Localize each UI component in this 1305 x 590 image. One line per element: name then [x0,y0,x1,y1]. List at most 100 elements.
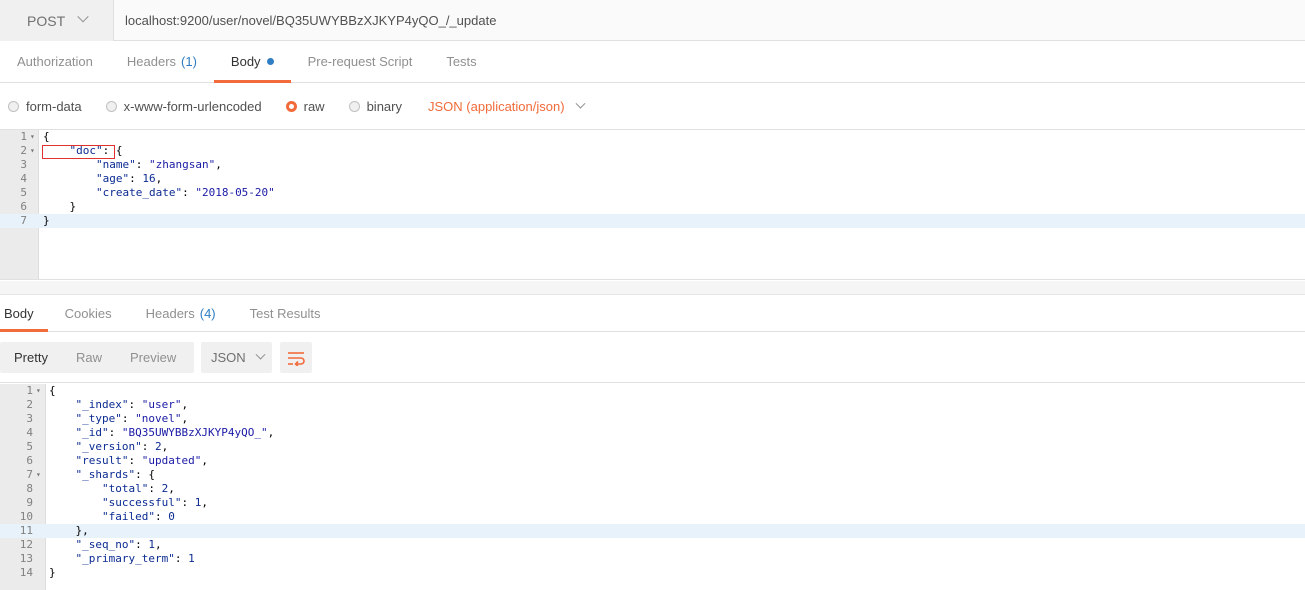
fold-arrow-icon[interactable]: ▾ [30,144,35,158]
code-text: "_type": "novel", [75,412,189,425]
fold-arrow-icon[interactable]: ▾ [36,384,41,398]
tab-cookies[interactable]: Cookies [48,296,129,331]
request-body-editor[interactable]: 1 ▾{2 ▾ "doc": {3 "name": "zhangsan", 4 "ag… [0,130,1305,280]
code-text: "result": "updated", [75,454,208,467]
radio-x-www-form-urlencoded[interactable]: x-www-form-urlencoded [105,99,262,114]
code-line: 14} [0,566,1305,580]
chevron-down-icon [77,10,89,22]
highlight-annotation-box [42,145,115,159]
radio-label: form-data [26,99,82,114]
line-number: 6 [20,200,27,213]
radio-button[interactable] [105,101,117,112]
code-line: 4 "_id": "BQ35UWYBBzXJKYP4yQO_", [0,426,1305,440]
chevron-down-icon [575,98,586,109]
view-mode-switch: Pretty Raw Preview [0,342,194,373]
line-number: 11 [19,524,33,537]
code-line: 3 "_type": "novel", [0,412,1305,426]
tab-count-badge: (1) [181,54,197,69]
code-text: "successful": 1, [101,496,208,509]
chevron-down-icon [255,349,266,360]
code-text: }, [49,524,89,537]
tab-label: Body [230,54,261,69]
tab-body[interactable]: Body [213,41,291,83]
line-number: 5 [20,186,27,199]
code-line: 1 ▾ { [0,130,1305,144]
code-line: 2 "_index": "user", [0,398,1305,412]
code-line: 12 "_seq_no": 1, [0,538,1305,552]
code-text: "_primary_term": 1 [75,552,195,565]
code-line: 3 "name": "zhangsan", [0,158,1305,172]
wrap-lines-button[interactable] [280,342,312,373]
radio-label: binary [366,99,402,114]
line-number: 2 [26,398,33,411]
code-line: 5 "create_date": "2018-05-20" [0,186,1305,200]
line-number: 2 [20,144,27,157]
view-mode-pretty[interactable]: Pretty [0,350,62,365]
code-line: 7 ▾ "_shards": { [0,468,1305,482]
tab-label: Tests [446,54,477,69]
code-line: 13 "_primary_term": 1 [0,552,1305,566]
tab-headers[interactable]: Headers (1) [110,41,214,82]
code-text: { [43,130,50,143]
code-line: 4 "age": 16, [0,172,1305,186]
line-number: 13 [19,552,33,565]
fold-arrow-icon[interactable]: ▾ [36,468,41,482]
method-label: POST [27,12,66,29]
code-line: 11 }, [0,524,1305,538]
radio-form-data[interactable]: form-data [8,99,82,114]
line-number: 7 [20,214,27,227]
radio-button[interactable] [285,101,297,112]
code-text: "_id": "BQ35UWYBBzXJKYP4yQO_", [75,426,275,439]
content-type-select[interactable]: JSON (application/json) [428,98,586,114]
response-body-viewer[interactable]: 1 ▾{2 "_index": "user", 3 "_type": "novel"… [0,384,1305,590]
code-line: 8 "total": 2, [0,482,1305,496]
tab-authorization[interactable]: Authorization [0,41,110,82]
format-label: JSON [211,350,246,365]
code-text: } [43,200,77,213]
view-mode-raw[interactable]: Raw [62,350,116,365]
line-number: 5 [26,440,33,453]
radio-label: x-www-form-urlencoded [123,99,262,114]
fold-arrow-icon[interactable]: ▾ [30,130,35,144]
tab-label: Body [4,306,34,321]
body-type-options: form-data x-www-form-urlencoded raw binary J… [0,84,1305,130]
view-mode-preview[interactable]: Preview [116,350,190,365]
code-text: "total": 2, [101,482,175,495]
code-text: "name": "zhangsan", [95,158,222,171]
wrap-lines-icon [288,351,305,366]
code-line: 10 "failed": 0 [0,510,1305,524]
modified-dot-icon [266,58,274,65]
method-select[interactable]: POST [0,0,114,41]
tab-label: Headers [145,306,195,321]
code-text: "age": 16, [95,172,163,185]
tab-label: Test Results [249,306,321,321]
tab-tests[interactable]: Tests [429,41,493,82]
radio-binary[interactable]: binary [348,99,402,114]
line-number: 9 [26,496,33,509]
url-input[interactable]: localhost:9200/user/novel/BQ35UWYBBzXJKY… [125,0,496,41]
code-text: "_version": 2, [75,440,169,453]
url-bar: POST localhost:9200/user/novel/BQ35UWYBB… [0,0,1305,41]
tab-label: Authorization [17,54,93,69]
response-toolbar: Pretty Raw Preview JSON [0,333,1305,383]
tab-headers[interactable]: Headers (4) [129,296,233,331]
code-line: 5 "_version": 2, [0,440,1305,454]
line-number: 12 [19,538,33,551]
radio-button[interactable] [8,101,19,112]
format-select[interactable]: JSON [201,342,272,373]
line-number: 7 [26,468,33,481]
tab-pre-request-script[interactable]: Pre-request Script [291,41,430,82]
line-number: 3 [26,412,33,425]
code-text: { [49,384,56,397]
tab-label: Pre-request Script [307,54,413,69]
radio-button[interactable] [348,101,360,112]
line-number: 10 [19,510,33,523]
code-text: } [49,566,56,579]
line-number: 4 [26,426,33,439]
tab-test-results[interactable]: Test Results [233,296,338,331]
tab-body[interactable]: Body [0,296,48,332]
code-line: 6 } [0,200,1305,214]
radio-raw[interactable]: raw [285,99,325,114]
content-type-label: JSON (application/json) [428,99,565,114]
panel-divider[interactable] [0,281,1305,295]
